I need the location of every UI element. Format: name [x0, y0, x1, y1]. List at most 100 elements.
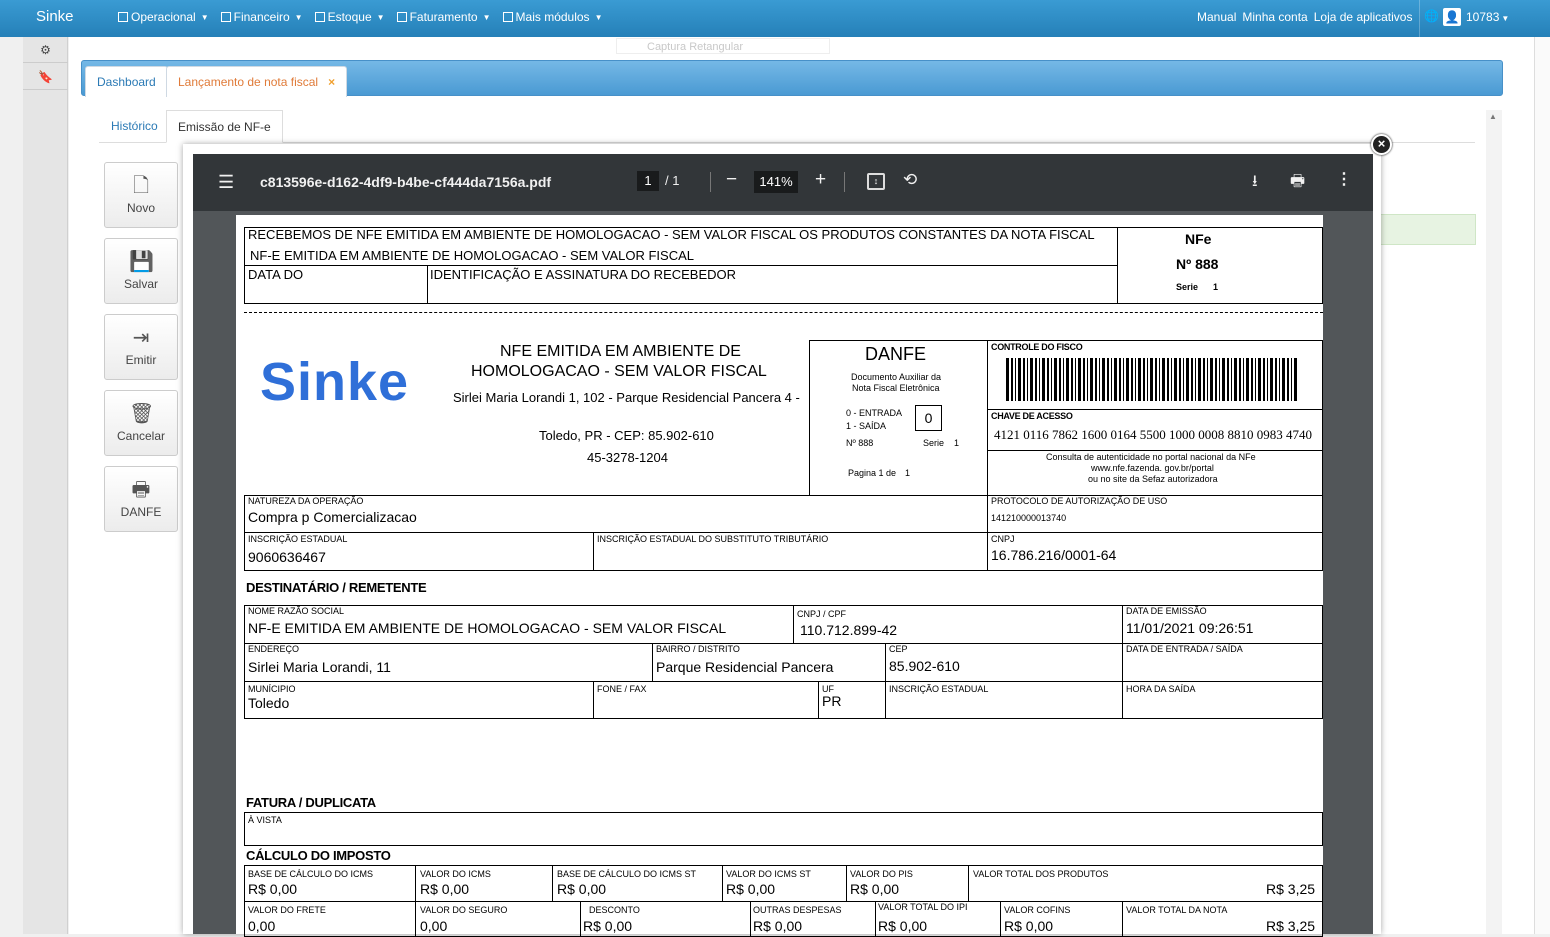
divider [710, 172, 711, 192]
zoom-input[interactable]: 141% [754, 171, 798, 193]
barcode-bar [1018, 358, 1021, 401]
calc-r2-value: 0,00 [420, 918, 448, 934]
endereco-label: ENDEREÇO [248, 644, 300, 654]
barcode-bar [1291, 358, 1292, 401]
barcode-bar [1023, 358, 1025, 401]
barcode-bar [1234, 358, 1237, 401]
barcode-bar [1198, 358, 1201, 401]
divider [750, 901, 751, 937]
barcode-bar [1294, 358, 1297, 401]
globe-icon[interactable]: 🌐 [1424, 9, 1439, 23]
natureza-label: NATUREZA DA OPERAÇÃO [248, 496, 364, 506]
ie-dest-label: INSCRIÇÃO ESTADUAL [889, 684, 989, 694]
divider [987, 495, 988, 533]
emitter-name-2: HOMOLOGACAO - SEM VALOR FISCAL [471, 363, 767, 380]
subtab-emissao-nfe[interactable]: Emissão de NF-e [166, 110, 283, 143]
barcode [1006, 358, 1298, 401]
municipio-label: MUNÍCIPIO [248, 684, 296, 694]
menu-faturamento[interactable]: Faturamento ▼ [396, 10, 491, 24]
nome-value: NF-E EMITIDA EM AMBIENTE DE HOMOLOGACAO … [248, 620, 727, 636]
barcode-bar [1263, 358, 1265, 401]
calc-r2-value: R$ 0,00 [583, 918, 633, 934]
print-icon[interactable]: 🖶 [1290, 170, 1305, 197]
calc-r2-label: DESCONTO [589, 905, 640, 915]
chave-acesso-value: 4121 0116 7862 1600 0164 5500 1000 0008 … [994, 427, 1313, 442]
zoom-in-icon[interactable]: + [815, 169, 826, 191]
bookmark-icon[interactable]: 🔖 [23, 64, 68, 90]
barcode-bar [1135, 358, 1136, 401]
page-total: / 1 [665, 173, 680, 188]
entrada-label: 0 - ENTRADA [846, 408, 903, 418]
novo-button[interactable]: 🗋 Novo [104, 162, 178, 228]
link-minha-conta[interactable]: Minha conta [1242, 10, 1307, 24]
calc-r1-label: BASE DE CÁLCULO DO ICMS [248, 869, 374, 879]
tipo-value: 0 [915, 405, 942, 431]
menu-operacional[interactable]: Operacional ▼ [118, 10, 209, 24]
scroll-up-icon[interactable]: ▲ [1489, 112, 1497, 121]
capture-overlay-label: Captura Retangular [616, 38, 830, 54]
rotate-icon[interactable]: ⟲ [903, 170, 917, 190]
subtab-historico[interactable]: Histórico [100, 110, 169, 143]
divider [427, 265, 428, 304]
caret-down-icon: ▼ [294, 12, 303, 22]
bairro-label: BAIRRO / DISTRITO [656, 644, 740, 654]
menu-financeiro[interactable]: Financeiro ▼ [220, 10, 303, 24]
user-icon[interactable]: 👤 [1443, 8, 1461, 26]
protocolo-label: PROTOCOLO DE AUTORIZAÇÃO DE USO [991, 496, 1168, 506]
n-small: Nº 888 [846, 438, 874, 448]
page-scrollbar[interactable] [1534, 37, 1550, 934]
link-manual[interactable]: Manual [1197, 10, 1236, 24]
menu-mais-modulos[interactable]: Mais módulos ▼ [502, 10, 602, 24]
pdf-viewer: ☰ c813596e-d162-4df9-b4be-cf444da7156a.p… [193, 154, 1373, 937]
menu-icon[interactable]: ☰ [218, 172, 234, 193]
brand-logo[interactable]: Sinke [36, 8, 74, 25]
close-icon[interactable]: × [328, 75, 335, 89]
barcode-bar [1171, 358, 1172, 401]
more-options-icon[interactable]: ⋮ [1336, 169, 1352, 189]
modal-close-button[interactable]: × [1371, 134, 1392, 155]
barcode-bar [1087, 358, 1088, 401]
barcode-bar [1147, 358, 1148, 401]
receipt-line-2: NF-E EMITIDA EM AMBIENTE DE HOMOLOGACAO … [250, 248, 694, 263]
cancelar-button[interactable]: 🗑 Cancelar [104, 390, 178, 456]
danfe-button[interactable]: 🖶 DANFE [104, 466, 178, 532]
calc-r1-value: R$ 0,00 [726, 881, 776, 897]
barcode-bar [1231, 358, 1232, 401]
user-id: 10783 [1466, 10, 1500, 24]
tab-lancamento-nota-fiscal[interactable]: Lançamento de nota fiscal × [166, 66, 348, 97]
emitir-button[interactable]: ⇥ Emitir [104, 314, 178, 380]
barcode-bar [1195, 358, 1196, 401]
module-icon [502, 12, 513, 22]
zoom-out-icon[interactable]: − [726, 169, 737, 191]
barcode-bar [1203, 358, 1205, 401]
download-icon[interactable]: ⭳ [1252, 170, 1258, 197]
municipio-value: Toledo [248, 695, 290, 711]
ie-value: 9060636467 [248, 549, 326, 565]
salvar-button[interactable]: 💾 Salvar [104, 238, 178, 304]
barcode-bar [1011, 358, 1013, 401]
barcode-bar [1150, 358, 1153, 401]
barcode-bar [1107, 358, 1109, 401]
fatura-box [244, 812, 1323, 846]
calc-r2-label: OUTRAS DESPESAS [753, 905, 842, 915]
serie-label: Serie [1176, 282, 1199, 292]
barcode-bar [1059, 358, 1061, 401]
menu-estoque[interactable]: Estoque ▼ [314, 10, 385, 24]
panel-scrollbar[interactable] [1486, 110, 1502, 934]
page-number-input[interactable]: 1 [637, 171, 659, 191]
module-icon [220, 12, 231, 22]
trash-icon: 🗑 [129, 403, 155, 425]
user-menu[interactable]: 10783 ▼ [1466, 10, 1509, 24]
cnpj-label: CNPJ [991, 534, 1015, 544]
fit-page-icon[interactable]: ↕ [867, 173, 885, 190]
calc-r2-value: R$ 3,25 [1266, 918, 1316, 934]
ie-label: INSCRIÇÃO ESTADUAL [248, 534, 348, 544]
gear-icon[interactable]: ⚙ [23, 37, 68, 63]
barcode-bar [1111, 358, 1112, 401]
tab-dashboard[interactable]: Dashboard [85, 66, 168, 97]
link-loja-aplicativos[interactable]: Loja de aplicativos [1314, 10, 1413, 24]
divider [885, 643, 886, 719]
main-menu: Operacional ▼ Financeiro ▼ Estoque ▼ Fatura… [118, 10, 602, 24]
calc-r1-value: R$ 0,00 [248, 881, 298, 897]
cpf-label: CNPJ / CPF [797, 609, 847, 619]
